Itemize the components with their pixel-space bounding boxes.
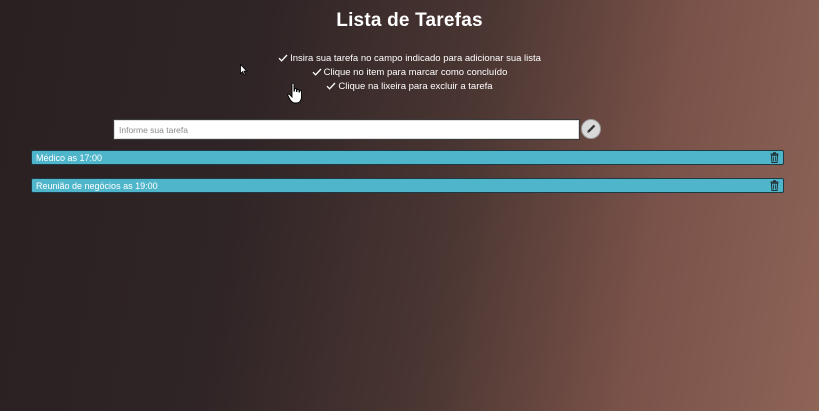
check-icon [278,54,288,62]
add-task-form [113,119,604,140]
instruction-text: Clique na lixeira para excluir a tarefa [338,81,493,92]
task-input[interactable] [113,119,580,140]
instruction-item: Insira sua tarefa no campo indicado para… [0,52,819,66]
trash-icon[interactable] [770,152,779,163]
task-label: Reunião de negócios as 19:00 [36,181,158,191]
instruction-text: Clique no item para marcar como concluíd… [323,67,508,78]
instruction-item: Clique no item para marcar como concluíd… [0,66,819,80]
mouse-pointer-icon [240,64,248,76]
instructions-list: Insira sua tarefa no campo indicado para… [0,52,819,94]
trash-icon[interactable] [770,180,779,191]
task-list: Médico as 17:00 Reunião de negócios as 1… [31,150,784,206]
task-item[interactable]: Médico as 17:00 [31,150,784,165]
hand-pointer-icon [287,82,302,104]
check-icon [312,68,322,76]
instruction-text: Insira sua tarefa no campo indicado para… [290,53,541,64]
page-title: Lista de Tarefas [336,10,483,31]
pencil-icon [587,124,596,133]
task-label: Médico as 17:00 [36,153,103,163]
add-task-button[interactable] [581,119,601,139]
check-icon [326,82,336,90]
instruction-item: Clique na lixeira para excluir a tarefa [0,80,819,94]
task-item[interactable]: Reunião de negócios as 19:00 [31,178,784,193]
